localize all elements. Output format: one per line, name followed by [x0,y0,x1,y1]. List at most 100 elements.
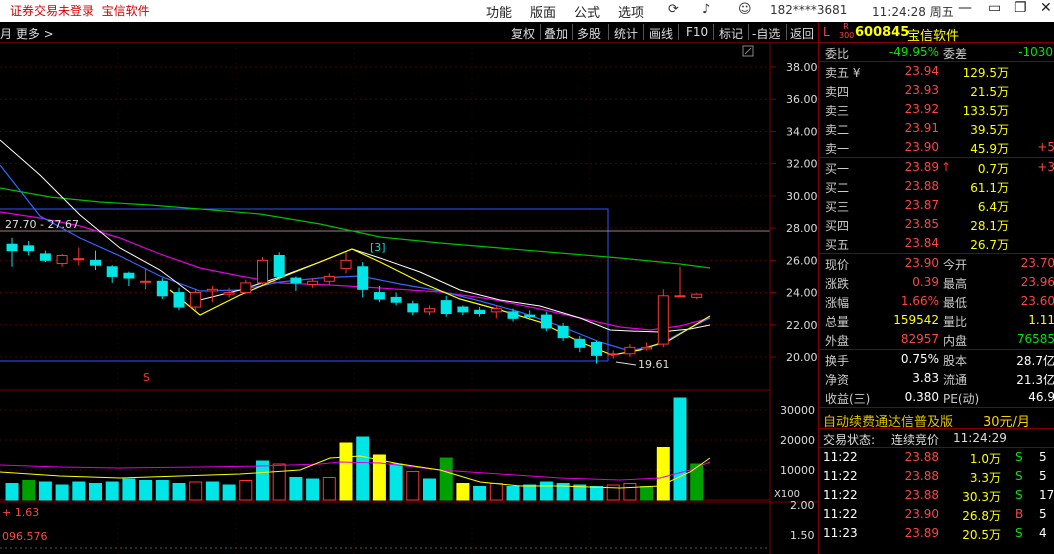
volume-bar [205,481,219,501]
candle-body [591,342,602,356]
price-tick: 30.00 [786,190,818,203]
price-tick: 20.00 [786,351,818,364]
up-arrow-icon: ↑ [941,160,952,174]
candle-body [540,314,552,329]
candle-body [73,258,85,261]
candle-body [206,288,218,292]
bid-row[interactable]: 买三 23.87 6.4万 [819,196,1054,215]
menu-formula[interactable]: 公式 [574,2,600,21]
button-multi-stock[interactable]: 多股 [577,25,601,42]
quote-row[interactable]: 总量 159542 量比 1.11 [819,311,1054,330]
ask-row[interactable]: 卖三 23.92 133.5万 [819,100,1054,119]
bid-row[interactable]: 买四 23.85 28.1万 [819,215,1054,234]
quote-panel: L R 300 600845 宝信软件 委比 -49.95% 委差 -1030 卖… [818,22,1054,554]
ask-row[interactable]: 卖五 ¥23.94 129.5万 [819,62,1054,81]
button-restore-rights[interactable]: 复权 [511,25,535,42]
fundamental-row[interactable]: 收益(三) 0.380 PE(动) 46.9 [819,388,1054,407]
tick-row[interactable]: 11:22 23.90 26.8万 B 5 [819,505,1054,524]
candle-body [106,266,118,277]
volume-bar [105,481,119,501]
candle-body [657,295,669,345]
button-f10[interactable]: F10 [686,25,708,39]
bid-row[interactable]: 买五 23.84 26.7万 [819,234,1054,253]
volume-bar [406,471,420,501]
candle-body [373,292,385,300]
ask-row[interactable]: 卖一 23.90 45.9万 +5 [819,138,1054,157]
candle-body [557,325,569,339]
candle-body [23,245,35,252]
volume-bar [172,483,186,501]
candle-body [474,309,486,314]
kline-chart[interactable]: 38.00 36.00 34.00 32.00 30.00 28.00 26.00 24.00… [0,43,818,554]
quote-row[interactable]: 现价 23.90 今开 23.70 [819,254,1054,273]
refresh-icon[interactable]: ⟳ [668,2,679,17]
close-icon[interactable]: ✕ [1040,0,1052,16]
tick-row[interactable]: 11:22 23.88 30.3万 S 17 [819,486,1054,505]
tick-row[interactable]: 11:23 23.89 20.5万 S 4 [819,524,1054,543]
sell-marker: S [143,371,150,384]
volume-bar [673,397,687,501]
price-tick: 34.00 [786,125,818,138]
minimize-icon[interactable]: — [958,0,972,16]
volume-bar [5,483,19,501]
price-tick: 28.00 [786,222,818,235]
volume-bar [623,483,637,501]
button-draw-line[interactable]: 画线 [649,25,673,42]
account-id[interactable]: 182****3681 [770,3,847,17]
stock-name: 宝信软件 [907,29,960,44]
fundamental-row[interactable]: 换手 0.75% 股本 28.7亿 [819,350,1054,369]
volume-bar [423,478,436,501]
quote-row[interactable]: 涨跌 0.39 最高 23.96 [819,273,1054,292]
stock-header: L R 300 600845 宝信软件 [819,22,1054,44]
volume-bar [189,481,203,501]
candle-body [624,346,636,355]
price-tick: 32.00 [786,158,818,171]
marker-3: [3] [370,241,386,254]
candle-body [140,280,152,283]
bid-row[interactable]: 买一 23.89 0.7万 +3 ↑ [819,158,1054,177]
volume-bar [456,483,470,501]
tick-row[interactable]: 11:22 23.88 1.0万 S 5 [819,448,1054,467]
fundamental-row[interactable]: 净资 3.83 流通 21.3亿 [819,369,1054,388]
volume-bar [22,480,36,501]
tick-row[interactable]: 11:22 23.88 3.3万 S 5 [819,467,1054,486]
candle-body [156,280,168,297]
candle-body [173,292,185,308]
period-more-button[interactable]: 月 更多 > [0,25,54,42]
stock-code: 600845 [855,25,910,40]
menu-function[interactable]: 功能 [486,2,512,21]
volume-bar [322,477,336,501]
volume-bar [640,486,654,501]
volume-tick: 10000 [780,464,815,477]
market-badge: R 300 [839,22,855,40]
ask-row[interactable]: 卖二 23.91 39.5万 [819,119,1054,138]
restore-icon[interactable]: ❐ [1014,0,1027,16]
button-overlay[interactable]: 叠加 [544,25,568,42]
menu-options[interactable]: 选项 [618,2,644,21]
volume-bar [656,447,670,501]
volume-tick: 20000 [780,434,815,447]
candle-body [357,266,369,290]
volume-bar [439,457,453,501]
button-mark[interactable]: 标记 [719,25,743,42]
quote-row[interactable]: 涨幅 1.66% 最低 23.60 [819,292,1054,311]
button-remove-watchlist[interactable]: -自选 [752,25,780,42]
ma-magenta [0,211,711,331]
channel-box [0,208,609,361]
clock: 11:24:28 周五 [872,5,954,19]
ask-row[interactable]: 卖四 23.93 21.5万 [819,81,1054,100]
maximize-icon[interactable]: ▭ [988,0,1001,16]
quote-row[interactable]: 外盘 82957 内盘 76585 [819,330,1054,349]
candle-body [607,353,619,356]
committee-row: 委比 -49.95% 委差 -1030 [819,43,1054,62]
committee-ratio: -49.95% [888,45,939,59]
renewal-ad[interactable]: 自动续费通达信普及版 30元/月 [819,407,1054,430]
login-status[interactable]: 证券交易未登录 宝信软件 [10,2,150,19]
user-icon[interactable]: ☺ [738,2,752,17]
button-back[interactable]: 返回 [790,25,814,42]
button-statistics[interactable]: 统计 [614,25,638,42]
price-tick: 36.00 [786,93,818,106]
bid-row[interactable]: 买二 23.88 61.1万 [819,177,1054,196]
menu-layout[interactable]: 版面 [530,2,556,21]
bell-icon[interactable]: ♪ [702,2,710,17]
